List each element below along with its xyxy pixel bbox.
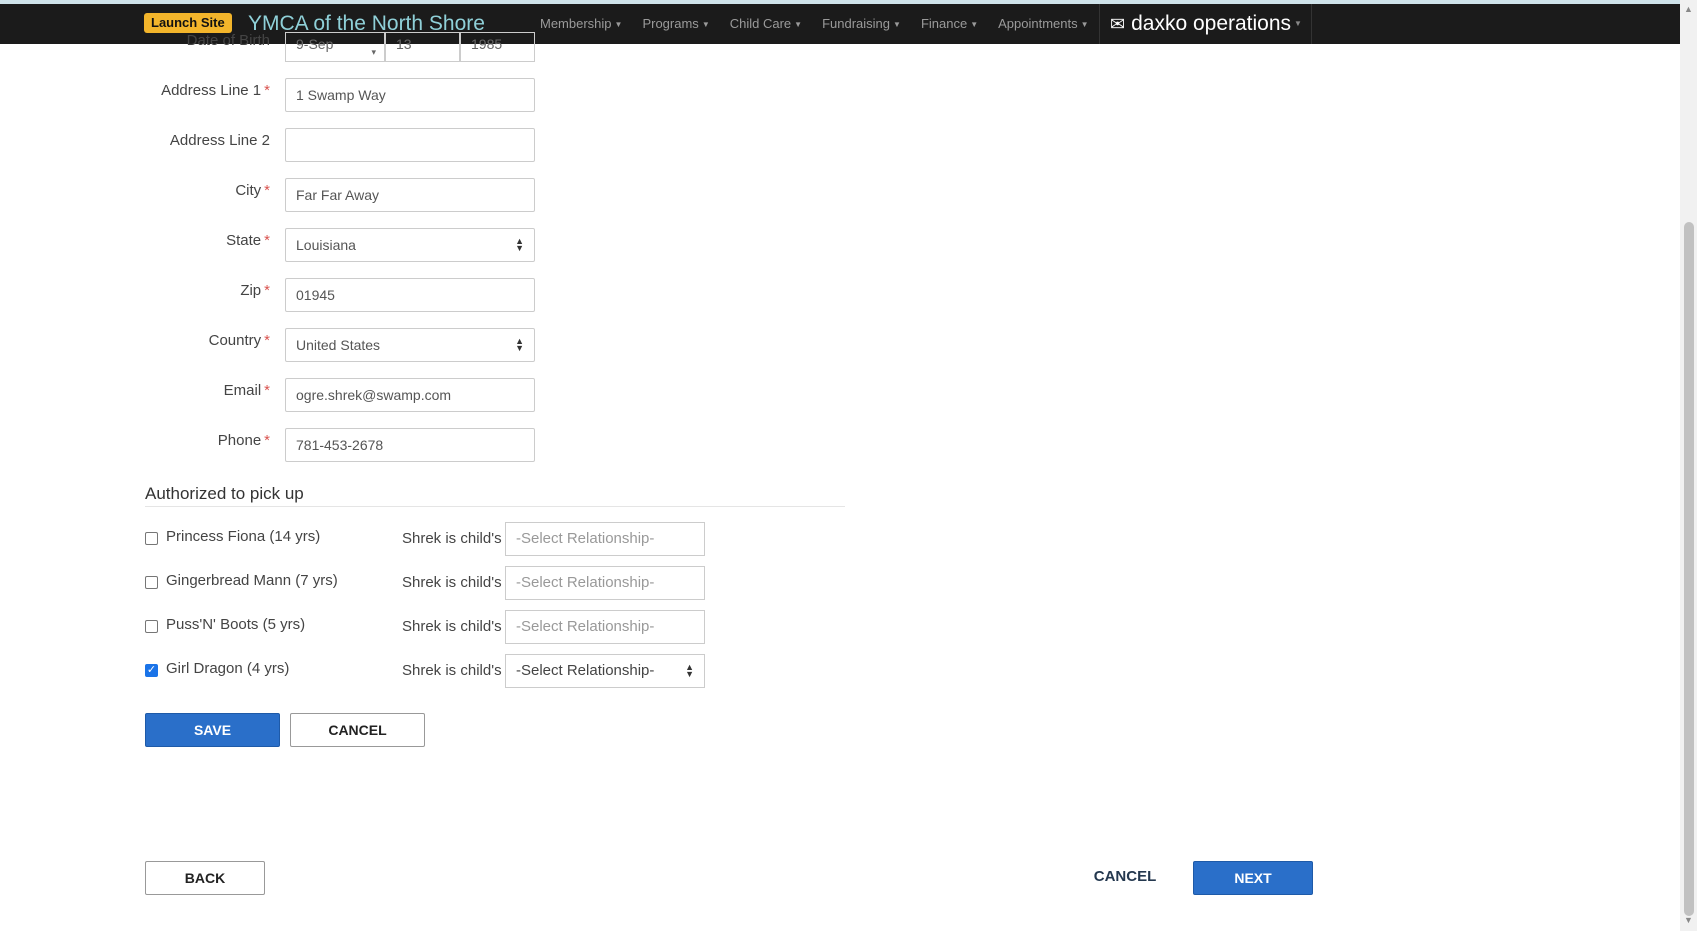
select-arrows-icon: ▾ <box>371 47 376 57</box>
dob-day-input[interactable]: 13 <box>385 32 460 62</box>
pickup-checkbox[interactable] <box>145 620 158 633</box>
state-label: State * <box>226 232 270 249</box>
relationship-prefix: Shrek is child's <box>402 530 502 547</box>
nav-programs[interactable]: Programs ▼ <box>632 4 719 44</box>
caret-down-icon: ▼ <box>893 19 901 29</box>
relationship-prefix: Shrek is child's <box>402 618 502 635</box>
launch-site-button[interactable]: Launch Site <box>144 13 232 33</box>
nav-fundraising[interactable]: Fundraising ▼ <box>812 4 911 44</box>
country-select[interactable]: United States ▲ ▼ <box>285 328 535 362</box>
nav-appointments[interactable]: Appointments ▼ <box>988 4 1098 44</box>
cancel-button[interactable]: CANCEL <box>290 713 425 747</box>
pickup-row: ✓ Girl Dragon (4 yrs) Shrek is child's -… <box>145 654 705 688</box>
relationship-prefix: Shrek is child's <box>402 574 502 591</box>
email-label: Email * <box>223 382 270 399</box>
zip-label: Zip * <box>240 282 270 299</box>
address1-input[interactable]: 1 Swamp Way <box>285 78 535 112</box>
scrollbar-thumb[interactable] <box>1684 222 1694 916</box>
caret-down-icon: ▼ <box>614 19 623 29</box>
dob-year-input[interactable]: 1985 <box>460 32 535 62</box>
pickup-row: Gingerbread Mann (7 yrs) Shrek is child'… <box>145 566 705 600</box>
child-name: Gingerbread Mann (7 yrs) <box>166 572 338 589</box>
country-label: Country * <box>208 332 270 349</box>
select-arrows-icon: ▲ ▼ <box>515 236 524 253</box>
zip-input[interactable]: 01945 <box>285 278 535 312</box>
dob-month-select[interactable]: 9-Sep ▾ <box>285 32 385 62</box>
save-button[interactable]: SAVE <box>145 713 280 747</box>
scroll-down-icon[interactable]: ▼ <box>1684 915 1693 925</box>
nav-membership[interactable]: Membership ▼ <box>530 4 632 44</box>
checkmark-icon: ✓ <box>146 664 157 676</box>
select-arrows-icon: ▲ ▼ <box>515 336 524 353</box>
nav-child-care[interactable]: Child Care ▼ <box>720 4 812 44</box>
back-button[interactable]: BACK <box>145 861 265 895</box>
pickup-row: Princess Fiona (14 yrs) Shrek is child's… <box>145 522 705 556</box>
state-select[interactable]: Louisiana ▲ ▼ <box>285 228 535 262</box>
child-name: Princess Fiona (14 yrs) <box>166 528 321 545</box>
scroll-up-icon[interactable]: ▲ <box>1684 4 1693 14</box>
cancel-link[interactable]: CANCEL <box>1080 861 1170 895</box>
caret-down-icon: ▼ <box>701 19 710 29</box>
relationship-select[interactable]: -Select Relationship- <box>505 522 705 556</box>
select-arrows-icon: ▲ ▼ <box>685 662 694 679</box>
pickup-row: Puss'N' Boots (5 yrs) Shrek is child's -… <box>145 610 705 644</box>
dob-label: Date of Birth <box>186 32 270 49</box>
child-name: Puss'N' Boots (5 yrs) <box>166 616 306 633</box>
phone-label: Phone * <box>217 432 270 449</box>
address2-label: Address Line 2 <box>169 132 270 149</box>
product-switcher[interactable]: ✉ daxko operations ▼ <box>1099 4 1312 44</box>
relationship-select[interactable]: -Select Relationship- <box>505 610 705 644</box>
pickup-checkbox-checked[interactable]: ✓ <box>145 664 158 677</box>
phone-input[interactable]: 781-453-2678 <box>285 428 535 462</box>
pickup-checkbox[interactable] <box>145 532 158 545</box>
relationship-select[interactable]: -Select Relationship- <box>505 566 705 600</box>
address1-label: Address Line 1 * <box>161 82 270 99</box>
caret-down-icon: ▼ <box>970 19 979 29</box>
child-name: Girl Dragon (4 yrs) <box>166 660 290 677</box>
city-input[interactable]: Far Far Away <box>285 178 535 212</box>
email-input[interactable]: ogre.shrek@swamp.com <box>285 378 535 412</box>
envelope-icon: ✉ <box>1110 14 1126 34</box>
section-divider <box>145 506 845 507</box>
caret-down-icon: ▼ <box>1294 19 1302 29</box>
address2-input[interactable] <box>285 128 535 162</box>
city-label: City * <box>235 182 270 199</box>
caret-down-icon: ▼ <box>794 19 803 29</box>
caret-down-icon: ▼ <box>1080 19 1089 29</box>
pickup-checkbox[interactable] <box>145 576 158 589</box>
next-button[interactable]: NEXT <box>1193 861 1313 895</box>
relationship-prefix: Shrek is child's <box>402 662 502 679</box>
main-menu: Membership ▼ Programs ▼ Child Care ▼ Fundra… <box>530 4 1099 44</box>
relationship-select[interactable]: -Select Relationship- ▲ ▼ <box>505 654 705 688</box>
nav-finance[interactable]: Finance ▼ <box>911 4 988 44</box>
pickup-section-title: Authorized to pick up <box>145 484 304 503</box>
